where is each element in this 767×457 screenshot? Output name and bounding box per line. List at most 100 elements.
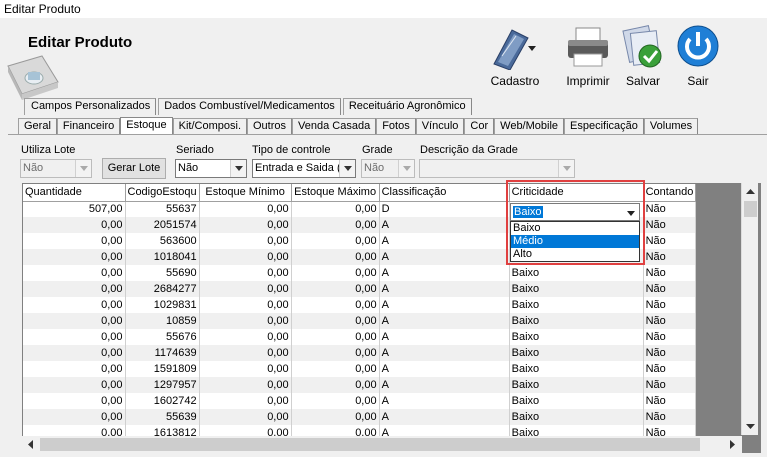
table-cell[interactable]: A [379, 313, 510, 329]
salvar-button[interactable]: Salvar [620, 24, 666, 88]
table-cell[interactable]: 563600 [125, 233, 200, 249]
table-cell[interactable]: Baixo [509, 313, 644, 329]
tab-web-mobile[interactable]: Web/Mobile [494, 118, 565, 135]
table-cell[interactable]: Baixo [509, 377, 644, 393]
table-cell[interactable]: 1591809 [125, 361, 200, 377]
table-cell[interactable]: A [379, 361, 510, 377]
vertical-scrollbar[interactable] [741, 183, 758, 435]
horizontal-scrollbar[interactable] [22, 436, 742, 453]
table-cell[interactable]: Baixo [509, 281, 644, 297]
col-codigo-estoque[interactable]: CodigoEstoqu [125, 184, 200, 202]
tipo-controle-select[interactable]: Entrada e Saida ( [252, 159, 356, 178]
table-row[interactable]: 0,00 2684277 0,00 0,00 A Baixo Não [23, 281, 697, 297]
table-cell[interactable]: 0,00 [23, 361, 126, 377]
table-cell[interactable]: 507,00 [23, 201, 126, 217]
table-cell[interactable]: 0,00 [23, 409, 126, 425]
table-cell[interactable]: Baixo [509, 393, 644, 409]
table-cell[interactable]: Não [643, 313, 697, 329]
table-row[interactable]: 0,00 55690 0,00 0,00 A Baixo Não [23, 265, 697, 281]
tab-vinculo[interactable]: Vínculo [415, 118, 465, 135]
table-cell[interactable]: 2051574 [125, 217, 200, 233]
table-cell[interactable]: Baixo [509, 297, 644, 313]
table-cell[interactable]: 55637 [125, 201, 200, 217]
table-row[interactable]: 0,00 55639 0,00 0,00 A Baixo Não [23, 409, 697, 425]
table-cell[interactable]: 0,00 [291, 297, 380, 313]
table-cell[interactable]: Não [643, 297, 697, 313]
table-cell[interactable]: 1018041 [125, 249, 200, 265]
tab-outros[interactable]: Outros [247, 118, 293, 135]
table-cell[interactable]: Não [643, 233, 697, 249]
table-cell[interactable]: A [379, 233, 510, 249]
gerar-lote-button[interactable]: Gerar Lote [102, 158, 166, 179]
table-row[interactable]: 0,00 1029831 0,00 0,00 A Baixo Não [23, 297, 697, 313]
table-cell[interactable]: A [379, 377, 510, 393]
table-cell[interactable]: 0,00 [199, 297, 292, 313]
table-cell[interactable]: 0,00 [199, 409, 292, 425]
table-cell[interactable]: 1174639 [125, 345, 200, 361]
sair-button[interactable]: Sair [674, 24, 722, 88]
table-cell[interactable]: 0,00 [291, 217, 380, 233]
table-cell[interactable]: 0,00 [23, 265, 126, 281]
imprimir-button[interactable]: Imprimir [562, 24, 614, 88]
table-cell[interactable]: 55690 [125, 265, 200, 281]
col-contando[interactable]: Contando [643, 184, 697, 202]
tab-campos-personalizados[interactable]: Campos Personalizados [24, 98, 157, 115]
table-cell[interactable]: 0,00 [291, 201, 380, 217]
scroll-right-icon[interactable] [724, 436, 741, 453]
seriado-select[interactable]: Não [175, 159, 247, 178]
scroll-down-icon[interactable] [742, 418, 759, 435]
table-cell[interactable]: 0,00 [291, 345, 380, 361]
scroll-thumb[interactable] [744, 201, 757, 217]
cadastro-button[interactable]: Cadastro [484, 24, 546, 88]
table-cell[interactable]: 0,00 [23, 329, 126, 345]
table-cell[interactable]: 0,00 [291, 233, 380, 249]
table-cell[interactable]: 1602742 [125, 393, 200, 409]
table-cell[interactable]: Não [643, 249, 697, 265]
table-cell[interactable]: Não [643, 377, 697, 393]
table-cell[interactable]: 55676 [125, 329, 200, 345]
table-cell[interactable]: Baixo [509, 409, 644, 425]
table-cell[interactable]: 0,00 [23, 233, 126, 249]
table-cell[interactable]: 0,00 [23, 393, 126, 409]
table-cell[interactable]: 0,00 [199, 265, 292, 281]
table-cell[interactable]: A [379, 409, 510, 425]
tab-kit-composi[interactable]: Kit/Composi. [172, 118, 247, 135]
table-cell[interactable]: 0,00 [23, 249, 126, 265]
col-quantidade[interactable]: Quantidade [23, 184, 126, 202]
table-cell[interactable]: Não [643, 265, 697, 281]
tab-especificacao[interactable]: Especificação [564, 118, 644, 135]
table-cell[interactable]: A [379, 393, 510, 409]
table-cell[interactable]: A [379, 281, 510, 297]
table-cell[interactable]: 0,00 [23, 313, 126, 329]
table-cell[interactable]: 0,00 [291, 377, 380, 393]
table-cell[interactable]: 0,00 [291, 409, 380, 425]
table-cell[interactable]: 1297957 [125, 377, 200, 393]
tab-estoque[interactable]: Estoque [120, 117, 173, 135]
table-cell[interactable]: 0,00 [291, 361, 380, 377]
table-cell[interactable]: 0,00 [199, 233, 292, 249]
table-row[interactable]: 0,00 1174639 0,00 0,00 A Baixo Não [23, 345, 697, 361]
table-cell[interactable]: 0,00 [199, 201, 292, 217]
table-cell[interactable]: 55639 [125, 409, 200, 425]
table-cell[interactable]: Não [643, 345, 697, 361]
table-cell[interactable]: A [379, 249, 510, 265]
table-cell[interactable]: A [379, 265, 510, 281]
table-cell[interactable]: Baixo [509, 361, 644, 377]
table-cell[interactable]: 0,00 [291, 393, 380, 409]
table-cell[interactable]: 0,00 [199, 329, 292, 345]
table-cell[interactable]: 10859 [125, 313, 200, 329]
tab-venda-casada[interactable]: Venda Casada [292, 118, 377, 135]
table-cell[interactable]: 0,00 [23, 297, 126, 313]
table-cell[interactable]: Não [643, 329, 697, 345]
table-cell[interactable]: Não [643, 217, 697, 233]
grade-select[interactable]: Não [361, 159, 415, 178]
table-cell[interactable]: 0,00 [23, 345, 126, 361]
tab-dados-combustivel[interactable]: Dados Combustível/Medicamentos [158, 98, 341, 115]
table-cell[interactable]: Não [643, 361, 697, 377]
table-cell[interactable]: 0,00 [291, 265, 380, 281]
col-estoque-maximo[interactable]: Estoque Máximo [291, 184, 380, 202]
table-cell[interactable]: 0,00 [23, 281, 126, 297]
table-row[interactable]: 0,00 1591809 0,00 0,00 A Baixo Não [23, 361, 697, 377]
descricao-grade-select[interactable] [419, 159, 575, 178]
table-row[interactable]: 0,00 55676 0,00 0,00 A Baixo Não [23, 329, 697, 345]
